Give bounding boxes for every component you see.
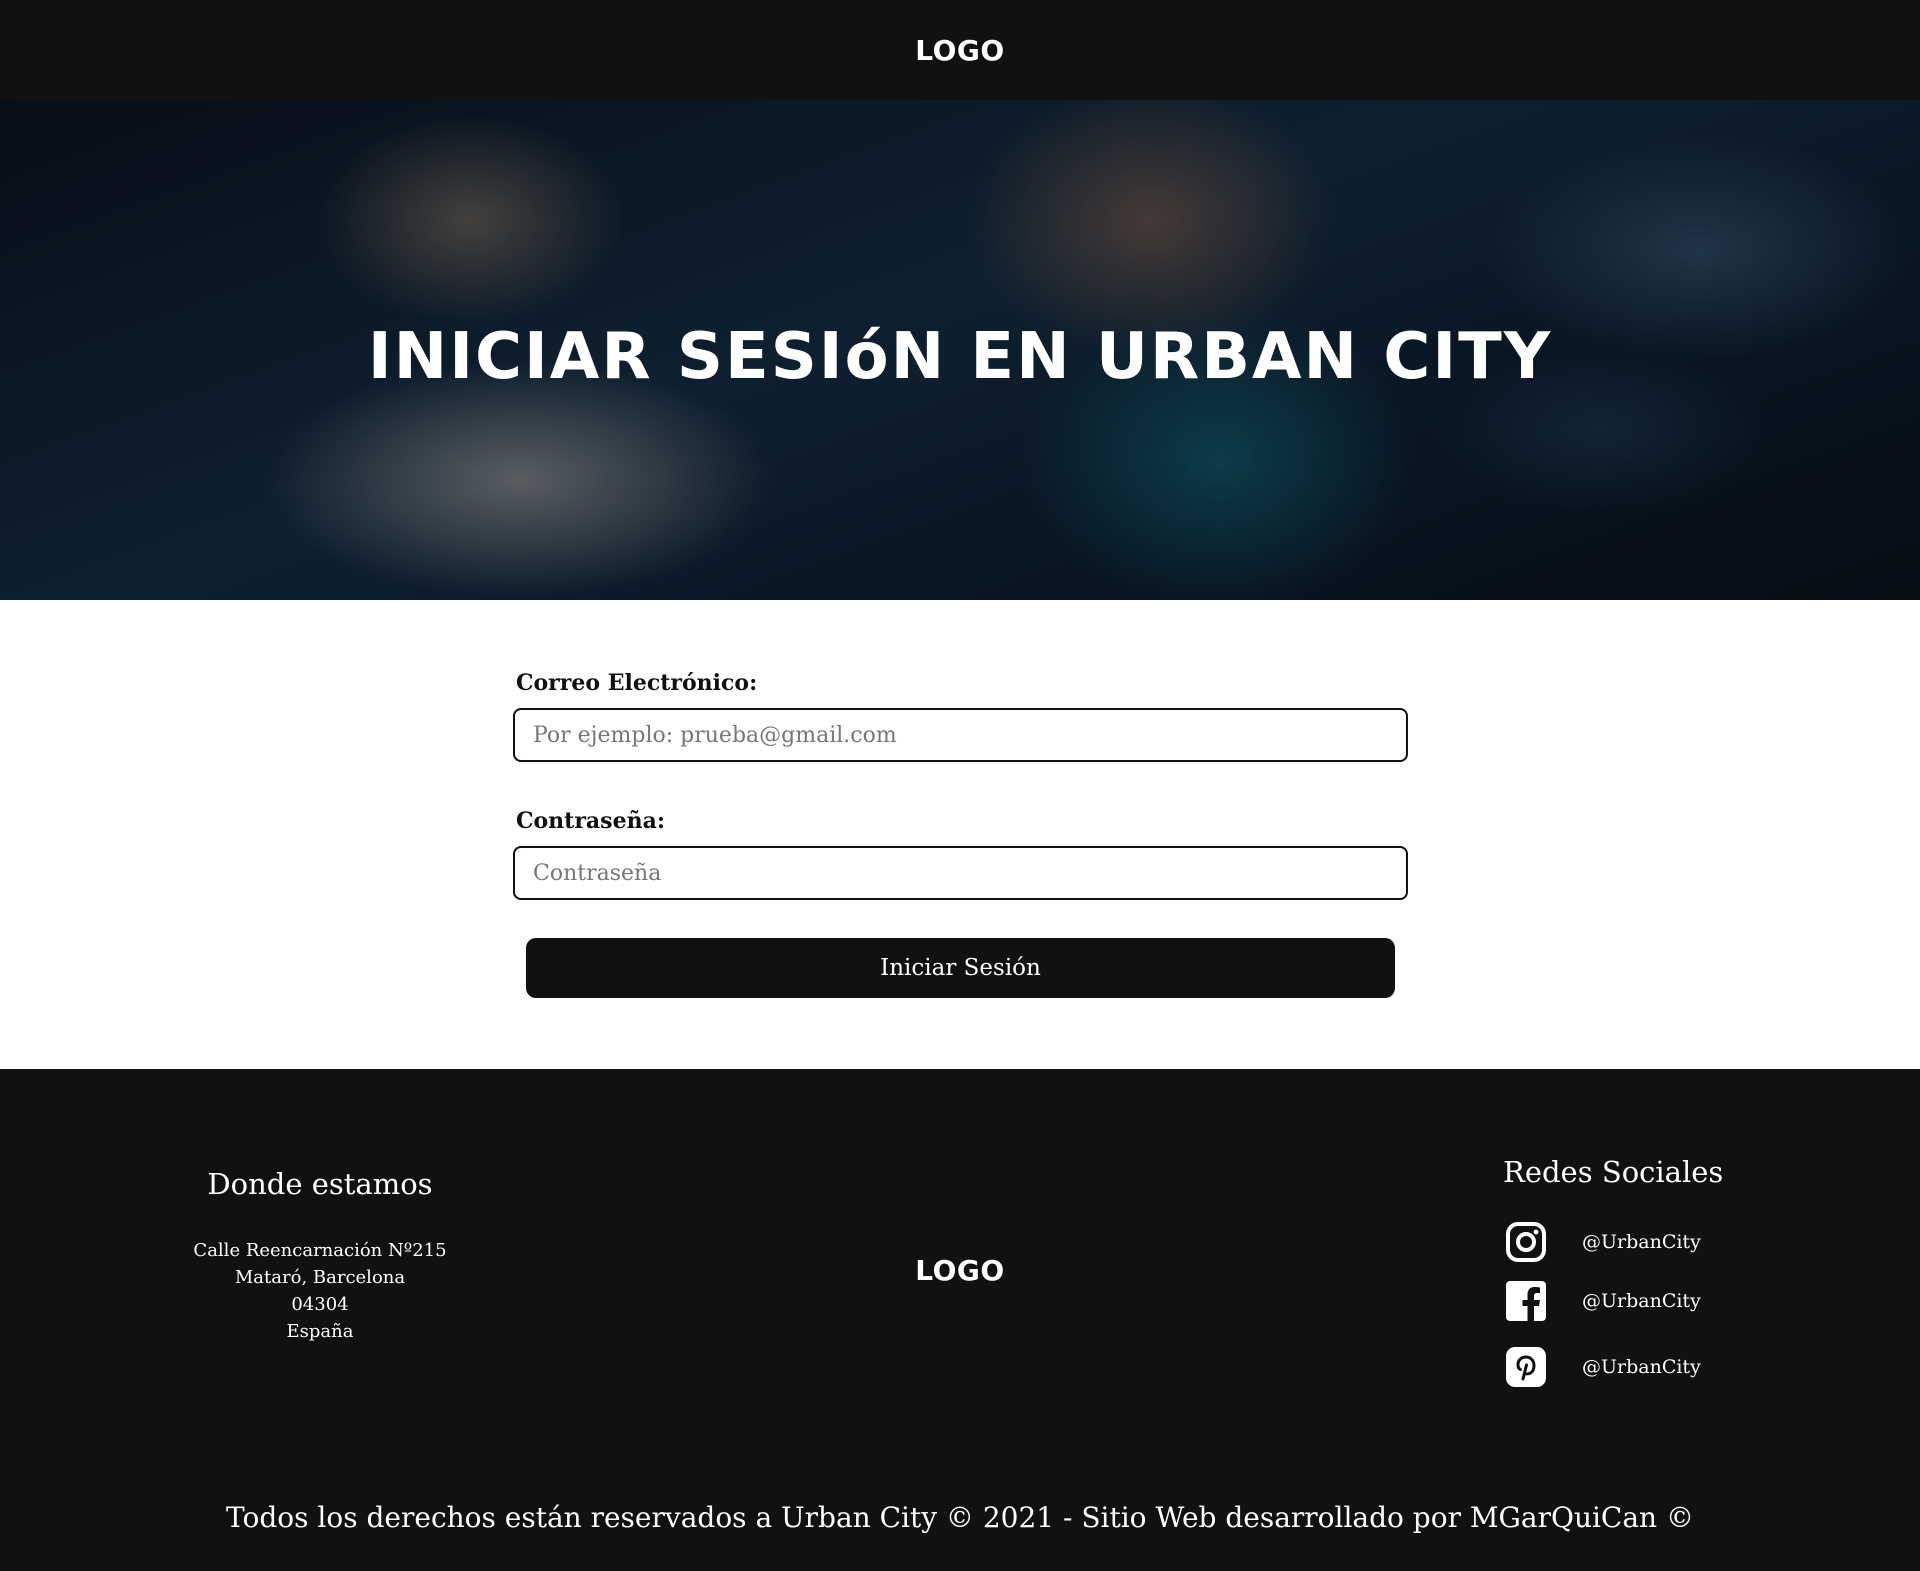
- top-header: LOGO: [0, 0, 1920, 100]
- location-heading: Donde estamos: [207, 1167, 433, 1201]
- address-postal-code: 04304: [291, 1294, 349, 1315]
- facebook-icon: [1504, 1279, 1548, 1323]
- address-country: España: [286, 1321, 354, 1342]
- social-link-instagram[interactable]: @UrbanCity: [1504, 1220, 1701, 1264]
- social-link-pinterest[interactable]: @UrbanCity: [1504, 1345, 1701, 1389]
- page-title: INICIAR SESIóN EN URBAN CITY: [367, 320, 1553, 394]
- hero-banner: INICIAR SESIóN EN URBAN CITY: [0, 100, 1920, 600]
- password-field[interactable]: [513, 846, 1408, 900]
- pinterest-icon: [1504, 1345, 1548, 1389]
- email-label: Correo Electrónico:: [516, 670, 758, 696]
- copyright-text: Todos los derechos están reservados a Ur…: [226, 1501, 1694, 1534]
- footer-logo[interactable]: LOGO: [915, 1254, 1004, 1287]
- facebook-handle: @UrbanCity: [1582, 1290, 1701, 1312]
- instagram-icon: [1504, 1220, 1548, 1264]
- password-label: Contraseña:: [516, 808, 665, 834]
- login-form: Correo Electrónico: Contraseña: Iniciar …: [513, 670, 1408, 998]
- header-logo[interactable]: LOGO: [915, 34, 1004, 67]
- instagram-handle: @UrbanCity: [1582, 1231, 1701, 1253]
- social-heading: Redes Sociales: [1503, 1155, 1724, 1189]
- email-field[interactable]: [513, 708, 1408, 762]
- social-link-facebook[interactable]: @UrbanCity: [1504, 1279, 1701, 1323]
- footer: Donde estamos Calle Reencarnación Nº215 …: [0, 1069, 1920, 1571]
- login-button[interactable]: Iniciar Sesión: [526, 938, 1395, 998]
- pinterest-handle: @UrbanCity: [1582, 1356, 1701, 1378]
